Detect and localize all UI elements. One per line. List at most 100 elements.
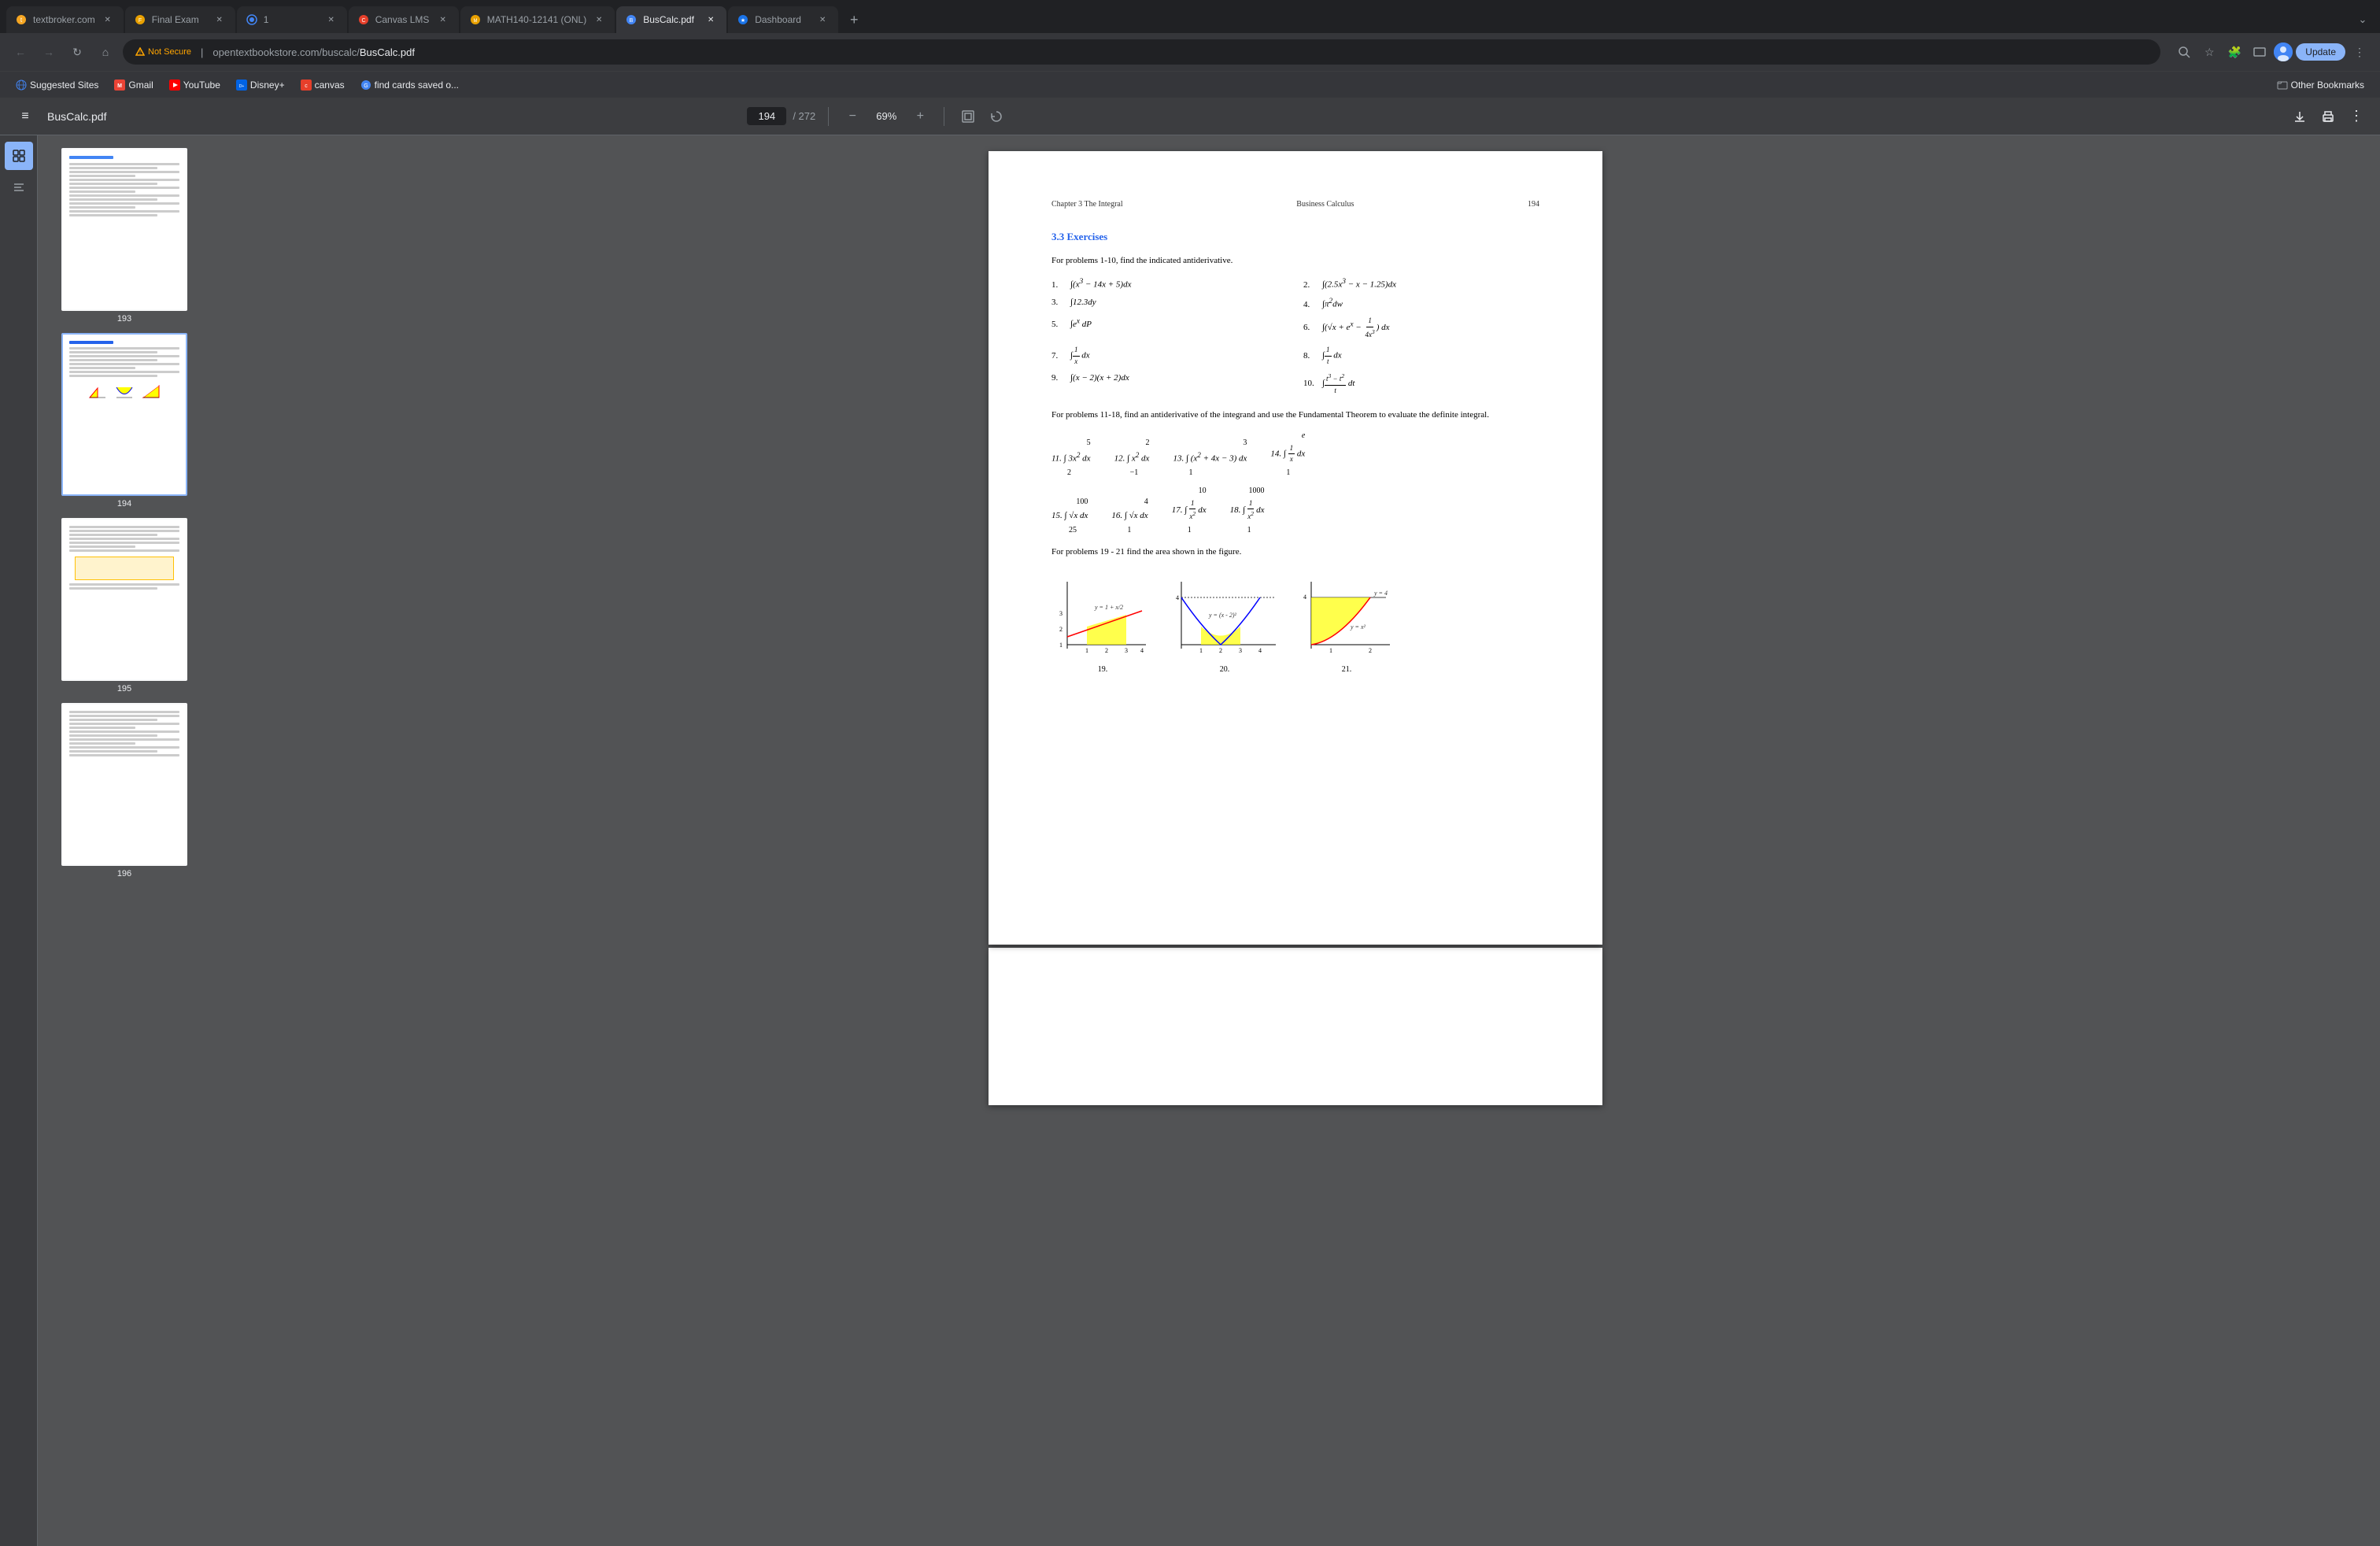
svg-text:4: 4 (1303, 594, 1306, 601)
rotate-button[interactable] (985, 105, 1007, 128)
youtube-icon (169, 80, 180, 91)
thumb-img-194 (61, 333, 187, 496)
svg-text:y = x²: y = x² (1350, 623, 1366, 631)
graph-19-svg: 1 2 3 1 2 3 4 (1051, 574, 1154, 660)
bookmark-suggested-sites[interactable]: Suggested Sites (9, 78, 105, 92)
problem-9: 9. ∫(x − 2)(x + 2)dx (1051, 372, 1288, 396)
thumbnail-196[interactable]: 196 (61, 703, 187, 878)
thumb-num-193: 193 (117, 314, 131, 324)
svg-text:1: 1 (1085, 647, 1088, 654)
other-bookmarks[interactable]: Other Bookmarks (2271, 78, 2371, 92)
other-bookmarks-label: Other Bookmarks (2291, 80, 2364, 91)
print-button[interactable] (2317, 105, 2339, 128)
svg-text:F: F (139, 18, 142, 24)
bookmark-disney[interactable]: D+ Disney+ (230, 78, 291, 92)
pdf-menu-button[interactable]: ≡ (13, 104, 38, 129)
instruction-1: For problems 1-10, find the indicated an… (1051, 254, 1539, 268)
problem-16: 4 16. ∫ √x dx 1 (1111, 496, 1148, 536)
url-input[interactable]: ! Not Secure | opentextbookstore.com/bus… (123, 39, 2160, 65)
reload-button[interactable]: ↻ (66, 41, 88, 63)
problem-8: 8. ∫1t dx (1303, 345, 1539, 367)
svg-text:2: 2 (1369, 647, 1372, 654)
tab-close-textbroker[interactable]: ✕ (102, 13, 114, 26)
svg-text:★: ★ (741, 17, 745, 24)
tab-favicon-buscalc: B (626, 14, 637, 25)
bookmark-find-cards[interactable]: G find cards saved o... (354, 78, 465, 92)
instruction-3: For problems 19 - 21 find the area shown… (1051, 546, 1539, 559)
pdf-right-actions: ⋮ (2289, 105, 2367, 128)
tab-close-dashboard[interactable]: ✕ (816, 13, 829, 26)
thumb-img-193 (61, 148, 187, 311)
thumbnail-194[interactable]: 194 (61, 333, 187, 509)
pdf-page-bottom (989, 948, 1602, 1105)
tab-buscalc[interactable]: B BusCalc.pdf ✕ (616, 6, 726, 33)
tab-canvas[interactable]: C Canvas LMS ✕ (349, 6, 459, 33)
pdf-page: Chapter 3 The Integral Business Calculus… (989, 151, 1602, 1530)
graph-20-svg: 4 1 2 3 4 (1170, 574, 1280, 660)
tab-finalexam[interactable]: F Final Exam ✕ (125, 6, 235, 33)
tab-expand-button[interactable]: ⌄ (2352, 9, 2374, 31)
svg-text:4: 4 (1140, 647, 1144, 654)
more-options-icon[interactable]: ⋮ (2349, 41, 2371, 63)
instruction-2: For problems 11-18, find an antiderivati… (1051, 409, 1539, 422)
svg-text:2: 2 (1219, 647, 1222, 654)
divider (828, 107, 829, 126)
problems-row-15-18: 100 15. ∫ √x dx 25 4 16. ∫ √x dx 1 10 17… (1051, 485, 1539, 536)
tab-title-finalexam: Final Exam (152, 14, 207, 25)
bookmark-youtube[interactable]: YouTube (163, 78, 227, 92)
svg-text:4: 4 (1176, 594, 1179, 601)
suggested-sites-icon (16, 80, 27, 91)
find-cards-icon: G (360, 80, 371, 91)
extension-icon[interactable]: 🧩 (2223, 41, 2245, 63)
search-icon[interactable] (2173, 41, 2195, 63)
problems-row-11-14: 5 11. ∫ 3x2 dx 2 2 12. ∫ x2 dx −1 3 13. … (1051, 430, 1539, 479)
page-input[interactable] (747, 107, 786, 125)
browser-actions: ☆ 🧩 Update ⋮ (2173, 41, 2371, 63)
zoom-out-button[interactable]: − (841, 105, 863, 128)
svg-text:C: C (361, 18, 365, 24)
bookmark-gmail[interactable]: M Gmail (108, 78, 159, 92)
more-options-pdf-icon[interactable]: ⋮ (2345, 105, 2367, 128)
update-button[interactable]: Update (2296, 43, 2345, 61)
problem-6: 6. ∫(√x + ex − 14x3) dx (1303, 316, 1539, 340)
thumbnail-193[interactable]: 193 (61, 148, 187, 324)
problem-3: 3. ∫12.3dy (1051, 296, 1288, 311)
tab-close-1[interactable]: ✕ (325, 13, 338, 26)
tab-close-finalexam[interactable]: ✕ (213, 13, 226, 26)
thumbnail-panel[interactable]: 193 (38, 135, 211, 1546)
cast-icon[interactable] (2249, 41, 2271, 63)
pdf-viewer[interactable]: Chapter 3 The Integral Business Calculus… (211, 135, 2380, 1546)
tab-textbroker[interactable]: t textbroker.com ✕ (6, 6, 124, 33)
new-tab-button[interactable]: + (843, 9, 865, 31)
pdf-page-content: Chapter 3 The Integral Business Calculus… (989, 151, 1602, 945)
zoom-in-button[interactable]: + (909, 105, 931, 128)
svg-text:3: 3 (1059, 610, 1062, 617)
forward-button[interactable]: → (38, 41, 60, 63)
problem-5: 5. ∫ex dP (1051, 316, 1288, 340)
download-button[interactable] (2289, 105, 2311, 128)
thumb-num-195: 195 (117, 684, 131, 693)
bookmark-icon[interactable]: ☆ (2198, 41, 2220, 63)
thumbnail-view-button[interactable] (5, 142, 33, 170)
problem-15: 100 15. ∫ √x dx 25 (1051, 496, 1088, 536)
tab-close-canvas[interactable]: ✕ (437, 13, 449, 26)
tab-close-buscalc[interactable]: ✕ (704, 13, 717, 26)
problem-17: 10 17. ∫ 1x2 dx 1 (1172, 485, 1207, 536)
home-button[interactable]: ⌂ (94, 41, 116, 63)
tab-math[interactable]: M MATH140-12141 (ONL) ✕ (460, 6, 615, 33)
thumbnail-195[interactable]: 195 (61, 518, 187, 693)
outline-view-button[interactable] (5, 173, 33, 202)
tab-title-1: 1 (264, 14, 319, 25)
back-button[interactable]: ← (9, 41, 31, 63)
header-right: 194 (1528, 198, 1539, 210)
fit-page-button[interactable] (957, 105, 979, 128)
tab-1[interactable]: 1 ✕ (237, 6, 347, 33)
profile-avatar[interactable] (2274, 43, 2293, 61)
svg-text:4: 4 (1258, 647, 1262, 654)
svg-text:B: B (630, 18, 634, 24)
bookmark-canvas[interactable]: c canvas (294, 78, 351, 92)
bookmarks-folder-icon (2277, 80, 2288, 91)
tab-close-math[interactable]: ✕ (593, 13, 605, 26)
tab-dashboard[interactable]: ★ Dashboard ✕ (728, 6, 838, 33)
header-left: Chapter 3 The Integral (1051, 198, 1123, 210)
